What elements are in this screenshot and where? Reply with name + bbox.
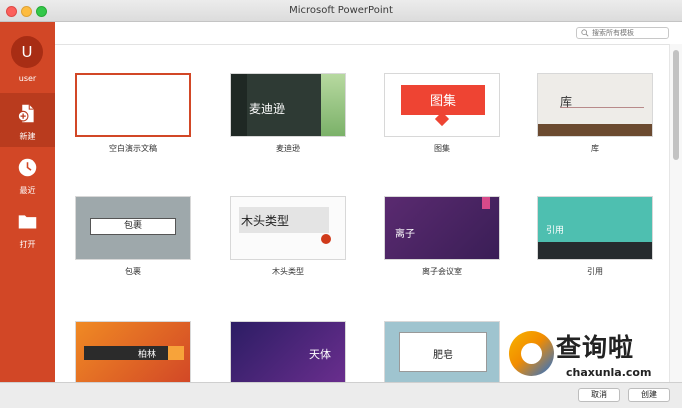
template-thumb-text: 肥皂 xyxy=(433,350,453,361)
sidebar-item-label: 新建 xyxy=(19,132,36,141)
template-thumb-text: 柏林 xyxy=(138,350,157,360)
watermark-text: 查询啦 xyxy=(556,333,635,362)
template-caption: 引用 xyxy=(587,267,603,276)
template-thumb-text: 库 xyxy=(560,95,573,109)
template-thumbnail-parcel[interactable]: 包裹 xyxy=(75,196,191,260)
new-file-icon xyxy=(17,104,34,123)
template-caption: 空白演示文稿 xyxy=(109,144,157,153)
sidebar-item-label: 最近 xyxy=(19,186,36,195)
template-caption: 包裹 xyxy=(125,267,141,276)
template-thumb-text: 天体 xyxy=(309,348,331,361)
sidebar-item-open[interactable]: 打开 xyxy=(0,201,55,255)
search-field[interactable] xyxy=(576,27,669,39)
watermark-logo-inner xyxy=(521,343,542,364)
title-bar: Microsoft PowerPoint xyxy=(0,0,682,22)
template-thumbnail-madison[interactable]: 麦迪逊 xyxy=(230,73,346,137)
sidebar-item-new[interactable]: 新建 xyxy=(0,93,55,147)
folder-icon xyxy=(18,215,37,229)
template-thumb-text: 包裹 xyxy=(90,218,176,235)
template-thumbnail-soap[interactable]: 肥皂 xyxy=(384,321,500,382)
scrollbar-thumb[interactable] xyxy=(673,50,679,160)
template-thumbnail-quotable[interactable]: 引用 xyxy=(537,196,653,260)
template-thumbnail-berlin[interactable]: 柏林 xyxy=(75,321,191,382)
user-label: user xyxy=(18,74,37,83)
cancel-button[interactable]: 取消 xyxy=(578,388,620,402)
sidebar-item-recent[interactable]: 最近 xyxy=(0,147,55,201)
template-thumbnail-celestial[interactable]: 天体 xyxy=(230,321,346,382)
window-title: Microsoft PowerPoint xyxy=(289,5,393,16)
template-thumbnail-library[interactable]: 库 xyxy=(537,73,653,137)
template-thumb-text: 引用 xyxy=(546,226,565,236)
footer-bar: 取消 创建 xyxy=(0,382,682,408)
template-caption: 离子会议室 xyxy=(422,267,462,276)
clock-icon xyxy=(18,158,37,177)
sidebar: U user 新建 最近 打开 xyxy=(0,22,55,382)
powerpoint-window: Microsoft PowerPoint U user 新建 最近 打开 搜索所… xyxy=(0,0,682,408)
search-input[interactable] xyxy=(592,28,666,38)
template-thumb-text: 麦迪逊 xyxy=(249,102,286,116)
template-thumb-text: 图集 xyxy=(429,94,456,109)
template-caption: 木头类型 xyxy=(272,267,304,276)
template-thumbnail-ion-boardroom[interactable]: 离子 xyxy=(384,196,500,260)
avatar[interactable]: U xyxy=(11,36,43,68)
create-button[interactable]: 创建 xyxy=(628,388,670,402)
template-thumb-text: 离子 xyxy=(395,229,415,240)
template-caption: 库 xyxy=(591,144,599,153)
sidebar-item-label: 打开 xyxy=(19,240,36,249)
template-caption: 图集 xyxy=(434,144,450,153)
vertical-scrollbar[interactable] xyxy=(669,44,682,382)
watermark-url: chaxunla.com xyxy=(566,366,652,379)
template-caption: 麦迪逊 xyxy=(276,144,300,153)
template-thumb-text: 木头类型 xyxy=(241,214,290,228)
search-icon xyxy=(581,29,589,37)
template-thumbnail-gallery[interactable]: 图集 xyxy=(384,73,500,137)
template-thumbnail-wood-type[interactable]: 木头类型 xyxy=(230,196,346,260)
template-thumbnail-blank[interactable] xyxy=(75,73,191,137)
